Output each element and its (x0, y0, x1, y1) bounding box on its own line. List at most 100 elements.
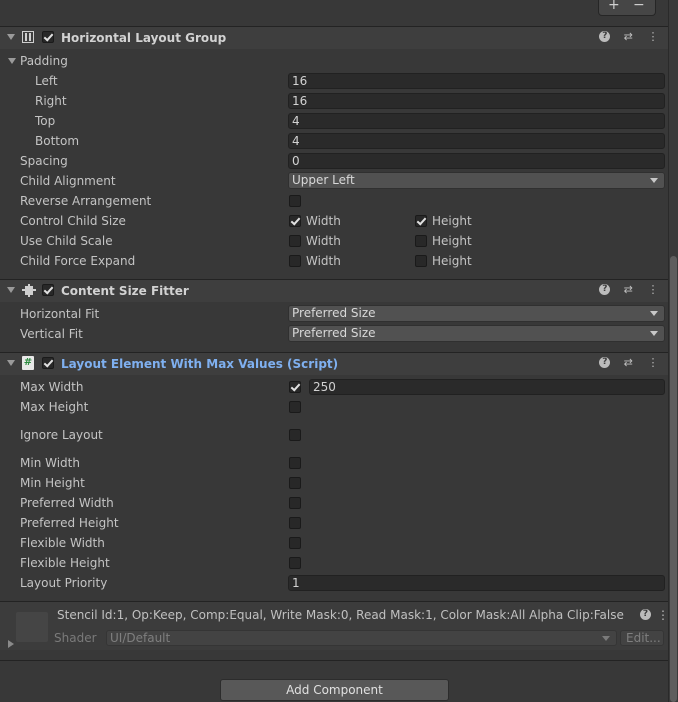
child-alignment-dropdown[interactable]: Upper Left (288, 172, 665, 189)
help-icon[interactable]: ? (599, 357, 611, 368)
child-alignment-value: Upper Left (292, 173, 355, 187)
flexible-width-label: Flexible Width (20, 536, 105, 550)
horizontal-layout-enabled-checkbox[interactable] (42, 31, 54, 43)
content-size-fitter-header[interactable]: Content Size Fitter ? ⇄ ⋮ (0, 279, 668, 302)
padding-label: Padding (20, 54, 68, 68)
material-stencil-info: Stencil Id:1, Op:Keep, Comp:Equal, Write… (57, 608, 624, 622)
dropdown-arrow-icon (650, 331, 658, 336)
use-child-scale-height-label: Height (432, 234, 472, 248)
control-child-size-width-checkbox[interactable] (289, 215, 301, 227)
max-width-checkbox[interactable] (289, 381, 301, 393)
help-icon[interactable]: ? (599, 31, 611, 42)
fold-arrow-icon[interactable] (7, 360, 15, 366)
use-child-scale-width-label: Width (306, 234, 341, 248)
content-size-fitter-enabled-checkbox[interactable] (42, 284, 54, 296)
layout-priority-field[interactable]: 1 (288, 575, 665, 591)
script-icon: # (22, 356, 34, 370)
padding-left-field[interactable]: 16 (288, 73, 665, 89)
header-icons: ? ⇄ ⋮ (592, 283, 660, 299)
padding-bottom-field[interactable]: 4 (288, 133, 665, 149)
flexible-width-checkbox[interactable] (289, 537, 301, 549)
help-icon[interactable]: ? (640, 609, 651, 620)
min-width-checkbox[interactable] (289, 457, 301, 469)
max-width-field[interactable]: 250 (309, 379, 665, 395)
component-title: Horizontal Layout Group (61, 31, 227, 45)
layout-element-enabled-checkbox[interactable] (42, 357, 54, 369)
horizontal-layout-group-header[interactable]: Horizontal Layout Group ? ⇄ ⋮ (0, 26, 668, 49)
material-preview-thumbnail[interactable] (16, 612, 48, 642)
child-force-expand-height-checkbox[interactable] (415, 255, 427, 267)
header-icons: ? ⇄ ⋮ (592, 30, 660, 46)
kebab-menu-icon[interactable]: ⋮ (646, 283, 660, 297)
preferred-width-checkbox[interactable] (289, 497, 301, 509)
max-height-checkbox[interactable] (289, 401, 301, 413)
padding-right-label: Right (35, 94, 67, 108)
dropdown-arrow-icon (650, 311, 658, 316)
spacing-label: Spacing (20, 154, 68, 168)
padding-right-field[interactable]: 16 (288, 93, 665, 109)
vertical-fit-label: Vertical Fit (20, 327, 83, 341)
vertical-scrollbar[interactable] (668, 0, 678, 702)
flexible-height-label: Flexible Height (20, 556, 110, 570)
material-fold-arrow-icon[interactable] (8, 640, 14, 648)
child-force-expand-width-checkbox[interactable] (289, 255, 301, 267)
control-child-size-width-label: Width (306, 214, 341, 228)
component-title-link[interactable]: Layout Element With Max Values (Script) (61, 356, 338, 372)
padding-top-field[interactable]: 4 (288, 113, 665, 129)
control-child-size-height-label: Height (432, 214, 472, 228)
spacing-field[interactable]: 0 (288, 153, 665, 169)
edit-shader-button[interactable]: Edit... (620, 630, 664, 646)
reverse-arrangement-checkbox[interactable] (289, 195, 301, 207)
min-height-checkbox[interactable] (289, 477, 301, 489)
help-icon[interactable]: ? (599, 284, 611, 295)
vertical-fit-dropdown[interactable]: Preferred Size (288, 325, 665, 342)
add-component-button[interactable]: Add Component (220, 679, 449, 701)
header-icons: ? ⇄ ⋮ (592, 356, 660, 372)
vertical-fit-value: Preferred Size (292, 326, 376, 340)
child-alignment-label: Child Alignment (20, 174, 116, 188)
component-title: Content Size Fitter (61, 284, 189, 298)
scrollbar-thumb[interactable] (670, 256, 677, 702)
preferred-height-checkbox[interactable] (289, 517, 301, 529)
kebab-menu-icon[interactable]: ⋮ (657, 607, 668, 623)
min-height-label: Min Height (20, 476, 85, 490)
kebab-menu-icon[interactable]: ⋮ (646, 356, 660, 370)
edit-button-label: Edit... (626, 631, 661, 645)
ignore-layout-label: Ignore Layout (20, 428, 103, 442)
kebab-menu-icon[interactable]: ⋮ (646, 30, 660, 44)
preferred-height-label: Preferred Height (20, 516, 119, 530)
remove-button[interactable]: − (633, 0, 645, 13)
shader-dropdown[interactable]: UI/Default (106, 630, 617, 646)
use-child-scale-height-checkbox[interactable] (415, 235, 427, 247)
preferred-width-label: Preferred Width (20, 496, 114, 510)
reverse-arrangement-label: Reverse Arrangement (20, 194, 152, 208)
child-force-expand-label: Child Force Expand (20, 254, 136, 268)
flexible-height-checkbox[interactable] (289, 557, 301, 569)
dropdown-arrow-icon (602, 636, 610, 641)
layout-element-header[interactable]: # Layout Element With Max Values (Script… (0, 352, 668, 375)
presets-icon[interactable]: ⇄ (621, 30, 635, 44)
layout-priority-label: Layout Priority (20, 576, 108, 590)
add-remove-bar: + − (598, 0, 656, 16)
presets-icon[interactable]: ⇄ (621, 356, 635, 370)
max-height-label: Max Height (20, 400, 89, 414)
padding-left-label: Left (35, 74, 58, 88)
fold-arrow-icon[interactable] (7, 34, 15, 40)
add-button[interactable]: + (608, 0, 620, 13)
dropdown-arrow-icon (650, 178, 658, 183)
presets-icon[interactable]: ⇄ (621, 283, 635, 297)
section-divider (0, 660, 668, 661)
control-child-size-label: Control Child Size (20, 214, 126, 228)
fold-arrow-icon[interactable] (7, 287, 15, 293)
padding-fold-arrow-icon[interactable] (8, 58, 16, 64)
padding-bottom-label: Bottom (35, 134, 80, 148)
min-width-label: Min Width (20, 456, 80, 470)
control-child-size-height-checkbox[interactable] (415, 215, 427, 227)
padding-top-label: Top (35, 114, 56, 128)
material-section: Stencil Id:1, Op:Keep, Comp:Equal, Write… (0, 601, 668, 650)
ignore-layout-checkbox[interactable] (289, 429, 301, 441)
horizontal-fit-dropdown[interactable]: Preferred Size (288, 305, 665, 322)
horizontal-layout-icon (22, 31, 34, 43)
horizontal-fit-label: Horizontal Fit (20, 307, 100, 321)
use-child-scale-width-checkbox[interactable] (289, 235, 301, 247)
